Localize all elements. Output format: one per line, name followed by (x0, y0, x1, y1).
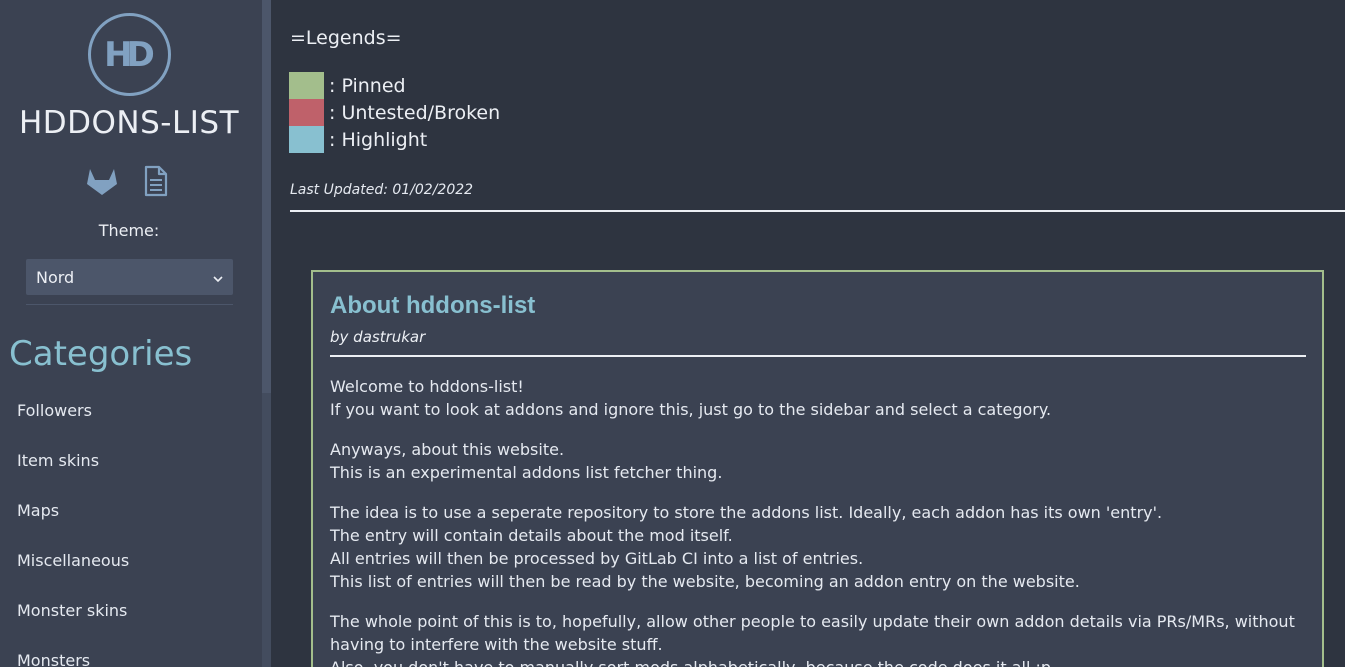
card-text-line: The entry will contain details about the… (330, 526, 733, 545)
card-body: Welcome to hddons-list! If you want to l… (330, 375, 1310, 667)
card-text-line: Welcome to hddons-list! (330, 377, 524, 396)
legend-item-highlight: : Highlight (289, 126, 427, 153)
site-logo[interactable]: HD (88, 13, 171, 96)
card-text-line: Also, you don't have to manually sort mo… (330, 656, 1310, 667)
site-title: HDDONS-LIST (18, 105, 240, 141)
card-text-line: If you want to look at addons and ignore… (330, 400, 1052, 419)
legend-title: =Legends= (290, 27, 402, 49)
card-text-line: This list of entries will then be read b… (330, 572, 1080, 591)
card-text-line: All entries will then be processed by Gi… (330, 549, 864, 568)
sidebar-item-followers[interactable]: Followers (17, 400, 129, 450)
theme-select[interactable]: Nord (26, 259, 233, 295)
legend-label: : Highlight (329, 128, 428, 151)
sidebar-scrollbar-thumb[interactable] (262, 0, 271, 393)
categories-heading: Categories (9, 334, 193, 374)
card-paragraph: The idea is to use a seperate repository… (330, 501, 1310, 593)
legend-item-pinned: : Pinned (289, 72, 406, 99)
sidebar-divider (26, 304, 233, 305)
theme-label: Theme: (98, 221, 160, 240)
main-content: =Legends= : Pinned : Untested/Broken : H… (271, 0, 1345, 667)
card-text-line: The idea is to use a seperate repository… (330, 503, 1163, 522)
logo-text: HD (104, 34, 155, 75)
sidebar-item-miscellaneous[interactable]: Miscellaneous (17, 550, 129, 600)
last-updated: Last Updated: 01/02/2022 (290, 182, 474, 198)
sidebar: HD HDDONS-LIST Theme: Nord Categories Fo… (0, 0, 262, 667)
sidebar-item-maps[interactable]: Maps (17, 500, 129, 550)
card-divider (330, 355, 1306, 357)
card-text-line: The whole point of this is to, hopefully… (330, 612, 1295, 654)
card-paragraph: The whole point of this is to, hopefully… (330, 610, 1310, 667)
legend-label: : Untested/Broken (329, 101, 501, 124)
legend-label: : Pinned (329, 74, 406, 97)
legend-item-broken: : Untested/Broken (289, 99, 500, 126)
legend-swatch-broken (289, 99, 324, 126)
legend-swatch-highlight (289, 126, 324, 153)
theme-select-value: Nord (36, 267, 75, 287)
sidebar-item-monster-skins[interactable]: Monster skins (17, 600, 129, 650)
sidebar-icon-row (0, 164, 258, 198)
card-text-line: This is an experimental addons list fetc… (330, 463, 723, 482)
gitlab-icon[interactable] (85, 164, 119, 198)
document-icon[interactable] (139, 164, 173, 198)
card-title: About hddons-list (330, 292, 536, 319)
about-card: About hddons-list by dastrukar Welcome t… (311, 270, 1324, 667)
legend-swatch-pinned (289, 72, 324, 99)
chevron-down-icon (213, 268, 223, 287)
sidebar-item-item-skins[interactable]: Item skins (17, 450, 129, 500)
main-divider (290, 210, 1345, 212)
card-text-line: Anyways, about this website. (330, 440, 565, 459)
card-paragraph: Welcome to hddons-list! If you want to l… (330, 375, 1310, 421)
category-list: Followers Item skins Maps Miscellaneous … (17, 400, 129, 667)
sidebar-scrollbar[interactable] (262, 0, 271, 667)
card-author: by dastrukar (330, 328, 426, 346)
card-paragraph: Anyways, about this website. This is an … (330, 438, 1310, 484)
sidebar-item-monsters[interactable]: Monsters (17, 650, 129, 667)
